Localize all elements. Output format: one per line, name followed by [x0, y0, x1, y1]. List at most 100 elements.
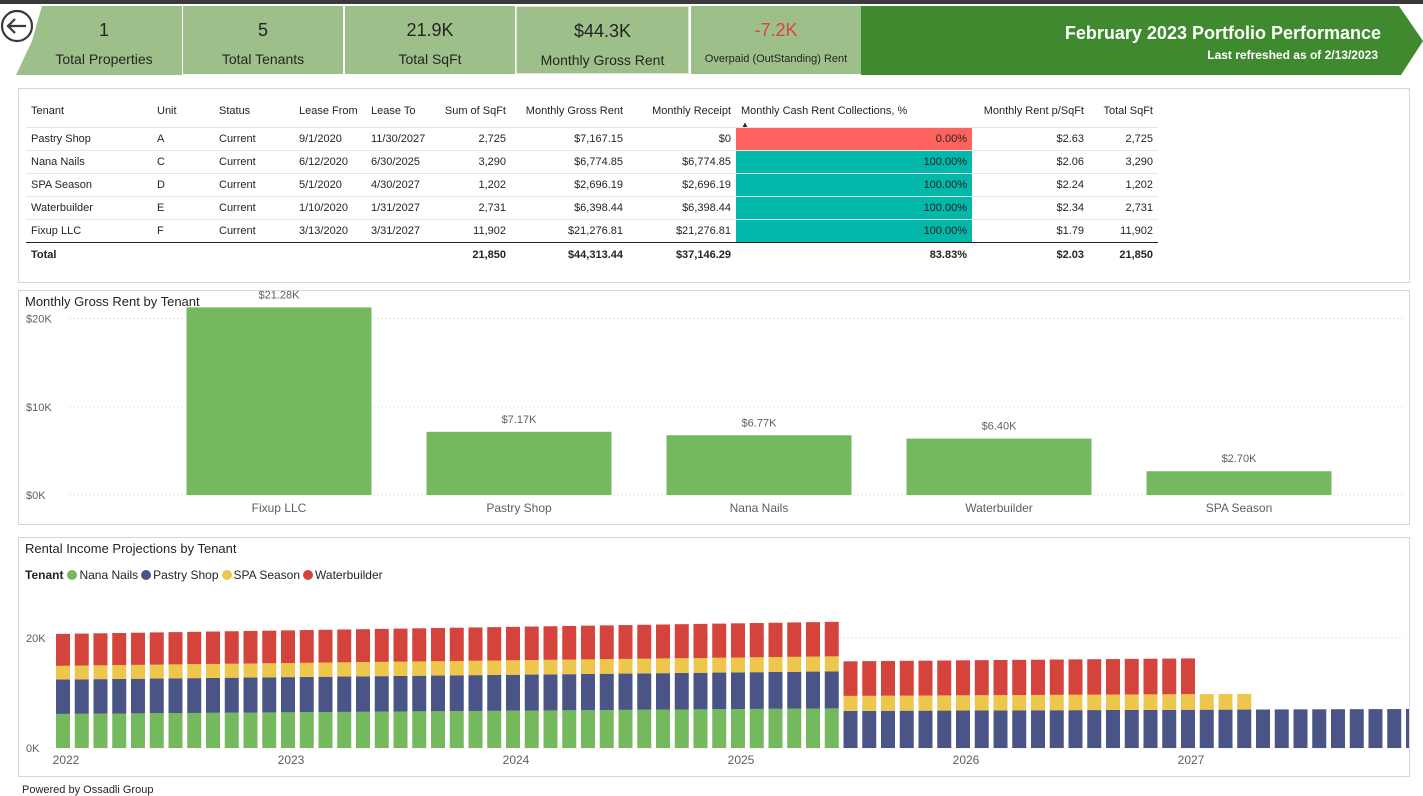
stacked-bar-segment[interactable]: [393, 661, 408, 676]
stacked-bar-segment[interactable]: [243, 663, 258, 678]
stacked-bar-segment[interactable]: [393, 628, 408, 662]
stacked-bar-segment[interactable]: [131, 632, 145, 665]
stacked-bar-segment[interactable]: [1162, 709, 1177, 748]
stacked-bar-segment[interactable]: [599, 659, 614, 674]
stacked-bar-segment[interactable]: [206, 663, 220, 678]
stacked-bar-segment[interactable]: [468, 710, 483, 748]
stacked-bar-segment[interactable]: [618, 625, 633, 659]
stacked-bar-segment[interactable]: [824, 656, 839, 672]
stacked-bar-segment[interactable]: [731, 623, 745, 658]
stacked-bar-segment[interactable]: [262, 712, 277, 748]
stacked-bar-segment[interactable]: [806, 708, 820, 748]
stacked-bar-segment[interactable]: [506, 626, 520, 661]
stacked-bar-segment[interactable]: [956, 710, 970, 748]
stacked-bar-segment[interactable]: [1162, 658, 1177, 695]
stacked-bar-segment[interactable]: [656, 658, 670, 674]
stacked-bar-segment[interactable]: [431, 711, 445, 748]
stacked-bar-segment[interactable]: [899, 660, 914, 696]
stacked-bar-segment[interactable]: [56, 679, 70, 714]
stacked-bar-segment[interactable]: [224, 677, 239, 713]
stacked-bar-segment[interactable]: [712, 672, 727, 710]
stacked-bar-segment[interactable]: [356, 711, 370, 748]
stacked-bar-segment[interactable]: [731, 657, 745, 673]
stacked-bar-segment[interactable]: [168, 678, 183, 714]
stacked-bar-segment[interactable]: [468, 660, 483, 676]
col-header-status[interactable]: Status: [214, 95, 294, 128]
stacked-bar-segment[interactable]: [112, 665, 127, 679]
stacked-bar-segment[interactable]: [599, 710, 614, 748]
stacked-bar-segment[interactable]: [974, 710, 989, 748]
stacked-bar-segment[interactable]: [299, 662, 314, 677]
stacked-bar-segment[interactable]: [224, 631, 239, 664]
stacked-bar-segment[interactable]: [768, 708, 783, 748]
stacked-bar-segment[interactable]: [431, 661, 445, 676]
stacked-bar-segment[interactable]: [1293, 709, 1308, 748]
stacked-bar-segment[interactable]: [318, 629, 333, 663]
col-header-gross-rent[interactable]: Monthly Gross Rent: [511, 95, 628, 128]
stacked-bar-segment[interactable]: [449, 660, 464, 676]
stacked-bar-segment[interactable]: [131, 713, 145, 748]
stacked-bar-segment[interactable]: [562, 625, 577, 660]
stacked-bar-segment[interactable]: [956, 660, 970, 696]
col-header-rent-per-sqft[interactable]: Monthly Rent p/SqFt: [972, 95, 1089, 128]
stacked-bar-segment[interactable]: [862, 695, 877, 711]
col-header-lease-to[interactable]: Lease To: [366, 95, 438, 128]
col-header-collections[interactable]: Monthly Cash Rent Collections, % ▲: [736, 95, 972, 129]
stacked-bar-segment[interactable]: [618, 673, 633, 710]
stacked-bar-segment[interactable]: [693, 657, 708, 673]
stacked-bar-segment[interactable]: [393, 711, 408, 748]
stacked-bar-segment[interactable]: [1124, 709, 1139, 748]
stacked-bar-segment[interactable]: [468, 627, 483, 661]
stacked-bar-segment[interactable]: [693, 672, 708, 710]
stacked-bar-segment[interactable]: [1368, 709, 1383, 748]
stacked-bar-segment[interactable]: [693, 709, 708, 748]
stacked-bar-segment[interactable]: [881, 710, 895, 748]
stacked-bar-segment[interactable]: [1031, 694, 1045, 711]
stacked-bar-segment[interactable]: [843, 710, 858, 748]
stacked-bar-segment[interactable]: [581, 659, 595, 674]
stacked-bar-segment[interactable]: [524, 626, 539, 661]
stacked-bar-segment[interactable]: [937, 695, 952, 711]
stacked-bar-segment[interactable]: [787, 708, 802, 748]
stacked-bar-segment[interactable]: [1068, 694, 1083, 711]
stacked-bar-segment[interactable]: [131, 664, 145, 679]
bar[interactable]: [1146, 471, 1332, 495]
stacked-bar-segment[interactable]: [1349, 709, 1364, 748]
stacked-bar-segment[interactable]: [562, 710, 577, 748]
stacked-bar-segment[interactable]: [374, 661, 389, 677]
stacked-bar-segment[interactable]: [299, 712, 314, 748]
stacked-bar-segment[interactable]: [806, 622, 820, 657]
stacked-bar-segment[interactable]: [374, 711, 389, 748]
stacked-bar-segment[interactable]: [543, 659, 558, 675]
stacked-bar-segment[interactable]: [243, 677, 258, 713]
stacked-bar-segment[interactable]: [1218, 709, 1233, 748]
stacked-bar-segment[interactable]: [412, 675, 427, 712]
stacked-bar-segment[interactable]: [262, 677, 277, 713]
stacked-bar-segment[interactable]: [318, 662, 333, 677]
stacked-bar-segment[interactable]: [56, 633, 70, 666]
col-header-tenant[interactable]: Tenant: [26, 95, 152, 128]
stacked-bar-segment[interactable]: [431, 628, 445, 662]
stacked-bar-segment[interactable]: [1181, 694, 1195, 710]
stacked-bar-segment[interactable]: [899, 710, 914, 748]
stacked-bar-segment[interactable]: [1162, 694, 1177, 710]
stacked-bar-segment[interactable]: [768, 622, 783, 658]
col-header-unit[interactable]: Unit: [152, 95, 214, 128]
stacked-bar-segment[interactable]: [93, 713, 108, 748]
stacked-bar-segment[interactable]: [637, 709, 652, 748]
stacked-bar-segment[interactable]: [637, 658, 652, 674]
stacked-bar-segment[interactable]: [918, 695, 933, 711]
stacked-bar-segment[interactable]: [787, 671, 802, 709]
stacked-bar-segment[interactable]: [1331, 709, 1345, 748]
stacked-bar-segment[interactable]: [806, 656, 820, 672]
stacked-bar-segment[interactable]: [487, 674, 502, 711]
kpi-card-gross-rent[interactable]: $44.3K Monthly Gross Rent: [516, 6, 689, 74]
stacked-bar-segment[interactable]: [618, 709, 633, 748]
stacked-bar-segment[interactable]: [843, 695, 858, 711]
stacked-bar-segment[interactable]: [206, 677, 220, 713]
stacked-bar-segment[interactable]: [581, 673, 595, 711]
stacked-bar-segment[interactable]: [749, 708, 764, 748]
stacked-bar-segment[interactable]: [206, 631, 220, 664]
stacked-bar-segment[interactable]: [468, 675, 483, 711]
stacked-bar-segment[interactable]: [281, 663, 295, 678]
